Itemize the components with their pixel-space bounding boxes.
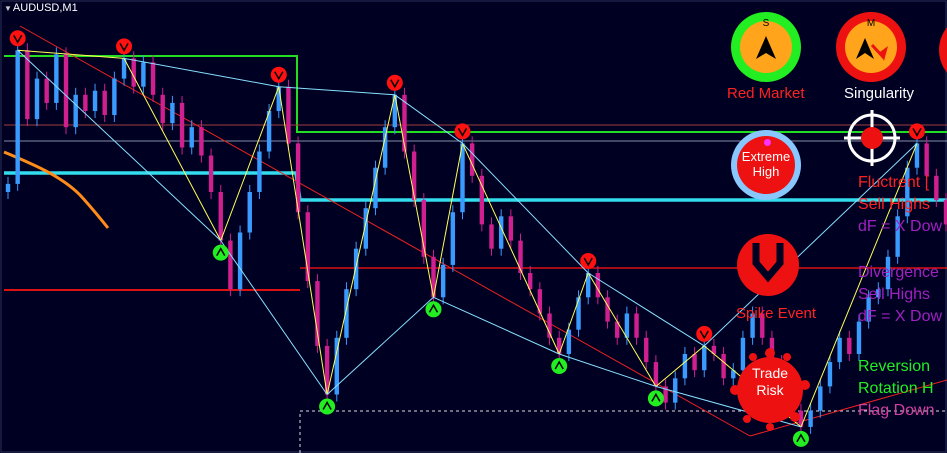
- candle: [460, 136, 465, 220]
- candle: [15, 43, 20, 191]
- candle: [34, 71, 40, 127]
- price-chart[interactable]: ▼AUDUSD,M1 S Red Market M Singularity Ex…: [0, 0, 947, 453]
- extreme-high-text: Extreme High: [741, 149, 791, 179]
- singularity-badge[interactable]: M: [836, 12, 906, 82]
- candle: [479, 168, 485, 232]
- swing-high-marker: [116, 38, 133, 55]
- df-down-annotation-2: dF = X Dow: [858, 308, 943, 325]
- singularity-badge-caption: Singularity: [844, 85, 915, 102]
- up-down-arrow-icon: [856, 38, 888, 61]
- fluctrent-annotation: Fluctrent [: [858, 174, 930, 191]
- candle: [179, 95, 185, 155]
- candle: [450, 205, 456, 272]
- swing-high-marker: [386, 74, 403, 91]
- candle: [353, 241, 359, 297]
- candle: [25, 43, 30, 127]
- symbol-label: ▼AUDUSD,M1: [4, 2, 78, 14]
- candle: [382, 120, 388, 175]
- swing-high-marker: [9, 30, 26, 47]
- candle: [334, 330, 339, 402]
- market-badge[interactable]: S: [731, 12, 801, 82]
- extreme-high-dot-icon: [764, 139, 771, 146]
- candle: [112, 71, 117, 123]
- swing-low-marker: [647, 390, 664, 407]
- candle: [54, 47, 59, 110]
- rotation-annotation: Rotation H: [858, 380, 934, 397]
- sell-highs-annotation-red: Sell Highs: [858, 196, 931, 213]
- spike-event-icon[interactable]: [736, 233, 800, 297]
- trade-risk-text: Trade Risk: [751, 365, 789, 398]
- sell-highs-annotation-purple: Sell Highs: [858, 286, 931, 303]
- candle: [208, 148, 214, 199]
- extreme-high-badge[interactable]: Extreme High: [731, 130, 801, 200]
- swing-high-marker: [908, 123, 925, 140]
- flag-down-annotation: Flag Down: [858, 402, 935, 419]
- df-down-annotation-1: dF = X Dow: [858, 218, 943, 235]
- candle: [305, 205, 310, 289]
- candle: [228, 233, 233, 297]
- candle: [257, 144, 262, 199]
- divergence-annotation: Divergence: [858, 264, 939, 281]
- reversion-annotation: Reversion: [858, 358, 931, 375]
- spike-event-caption: Spike Event: [736, 305, 817, 322]
- dropdown-triangle-icon: ▼: [4, 4, 12, 13]
- candle: [247, 185, 252, 240]
- market-badge-caption: Red Market: [727, 85, 805, 102]
- swing-low-marker: [551, 358, 568, 374]
- up-arrow-icon: [756, 36, 776, 59]
- swing-high-marker: [454, 123, 471, 140]
- candle: [63, 47, 69, 135]
- candle: [237, 225, 243, 297]
- swing-low-marker: [425, 301, 442, 318]
- swing-low-marker: [319, 398, 336, 415]
- swing-high-marker: [696, 325, 713, 342]
- swing-high-marker: [270, 66, 287, 83]
- swing-high-marker: [580, 253, 597, 269]
- swing-low-marker: [212, 244, 229, 261]
